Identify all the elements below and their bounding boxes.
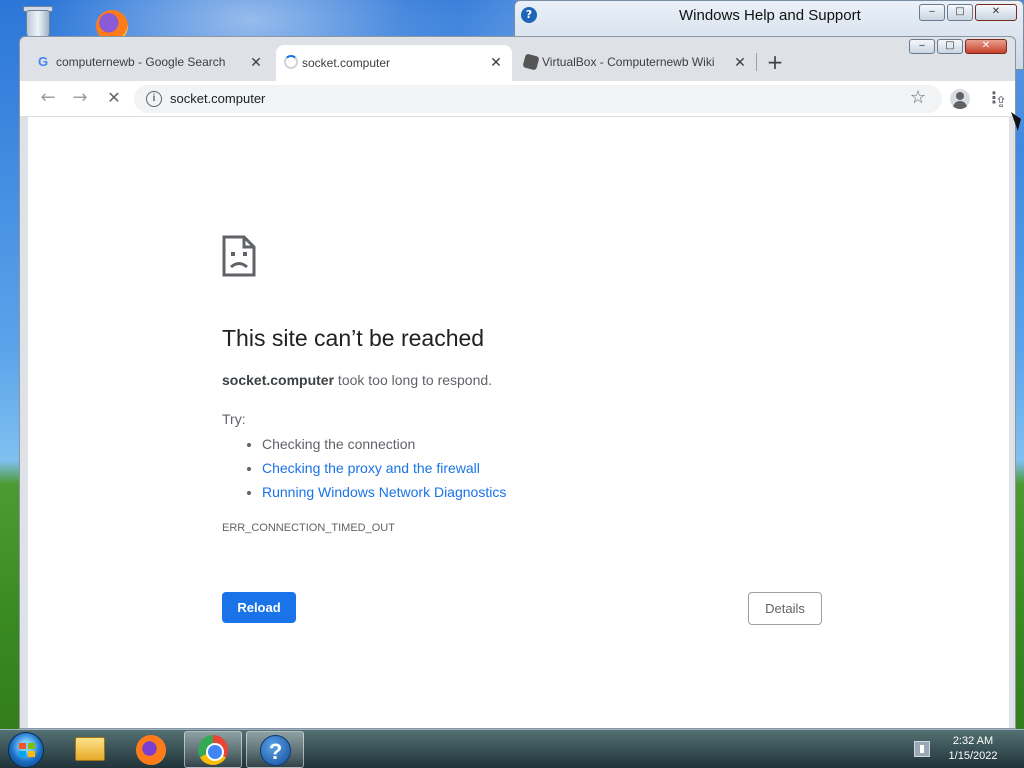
recycle-bin-icon[interactable] — [20, 4, 56, 40]
tab-close-button[interactable]: ✕ — [488, 54, 504, 70]
virtualbox-icon — [522, 53, 540, 71]
firefox-icon — [136, 735, 166, 765]
suggestion-link-diagnostics[interactable]: Running Windows Network Diagnostics — [262, 482, 506, 506]
help-icon: ? — [260, 735, 291, 766]
bookmark-star-icon[interactable]: ☆ — [906, 87, 930, 111]
error-headline: This site can’t be reached — [222, 325, 485, 351]
error-host: socket.computer — [222, 372, 335, 388]
taskbar: ? 2:32 AM 1/15/2022 — [0, 729, 1024, 768]
clock-time: 2:32 AM — [952, 735, 994, 747]
suggestion-item: Checking the connection — [262, 434, 506, 458]
error-detail-text: took too long to respond. — [334, 372, 493, 388]
taskbar-chrome-button[interactable] — [184, 731, 242, 768]
tab-socket-computer[interactable]: socket.computer ✕ — [276, 45, 512, 81]
help-maximize-button[interactable]: □ — [947, 4, 973, 21]
taskbar-explorer-button[interactable] — [60, 731, 118, 768]
error-code: ERR_CONNECTION_TIMED_OUT — [222, 522, 395, 534]
sad-document-icon — [222, 235, 256, 277]
tab-label: computernewb - Google Search — [56, 55, 226, 69]
loading-spinner-icon — [284, 55, 298, 69]
chrome-icon — [198, 735, 228, 765]
help-window-title: Windows Help and Support — [679, 7, 861, 24]
chrome-menu-button[interactable]: ⋮ — [982, 87, 1006, 111]
back-button[interactable]: ← — [36, 87, 60, 111]
network-tray-icon[interactable] — [914, 741, 930, 757]
try-label: Try: — [222, 411, 246, 427]
details-button[interactable]: Details — [748, 592, 822, 625]
taskbar-firefox-button[interactable] — [122, 731, 180, 768]
browser-toolbar: ← → ✕ i socket.computer ⇪ ☆ ⋮ — [20, 81, 1015, 117]
reload-button[interactable]: Reload — [222, 592, 296, 623]
url-text[interactable]: socket.computer — [170, 91, 265, 106]
tab-strip: G computernewb - Google Search ✕ socket.… — [20, 45, 1015, 81]
tab-separator — [756, 53, 757, 71]
tab-virtualbox-wiki[interactable]: VirtualBox - Computernewb Wiki ✕ — [516, 45, 756, 79]
page-content: This site can’t be reached socket.comput… — [28, 117, 1009, 728]
google-g-icon: G — [38, 54, 49, 69]
clock-date: 1/15/2022 — [948, 750, 998, 762]
system-clock[interactable]: 2:32 AM 1/15/2022 — [942, 734, 1004, 764]
new-tab-button[interactable]: + — [763, 51, 787, 75]
help-minimize-button[interactable]: ‒ — [919, 4, 945, 21]
start-button[interactable] — [8, 732, 44, 768]
help-window-controls: ‒ □ ✕ — [917, 4, 1017, 21]
suggestion-link-proxy[interactable]: Checking the proxy and the firewall — [262, 458, 506, 482]
tab-label: socket.computer — [302, 56, 391, 70]
tab-google-search[interactable]: G computernewb - Google Search ✕ — [30, 45, 272, 79]
chrome-window: ‒ □ ✕ G computernewb - Google Search ✕ s… — [19, 36, 1016, 729]
profile-avatar-button[interactable] — [948, 87, 972, 111]
help-icon: ? — [521, 7, 537, 23]
avatar-icon — [950, 89, 970, 109]
tab-close-button[interactable]: ✕ — [732, 54, 748, 70]
site-info-icon[interactable]: i — [146, 91, 162, 107]
folder-icon — [75, 737, 105, 761]
address-bar[interactable]: i socket.computer ⇪ ☆ — [134, 85, 1007, 113]
windows-logo-icon — [19, 743, 35, 757]
stop-loading-button[interactable]: ✕ — [102, 87, 126, 111]
suggestion-list: Checking the connection Checking the pro… — [262, 434, 506, 506]
tab-close-button[interactable]: ✕ — [248, 54, 264, 70]
error-detail: socket.computer took too long to respond… — [222, 372, 492, 388]
forward-button[interactable]: → — [68, 87, 92, 111]
help-close-button[interactable]: ✕ — [975, 4, 1017, 21]
tab-label: VirtualBox - Computernewb Wiki — [542, 55, 715, 69]
taskbar-help-button[interactable]: ? — [246, 731, 304, 768]
